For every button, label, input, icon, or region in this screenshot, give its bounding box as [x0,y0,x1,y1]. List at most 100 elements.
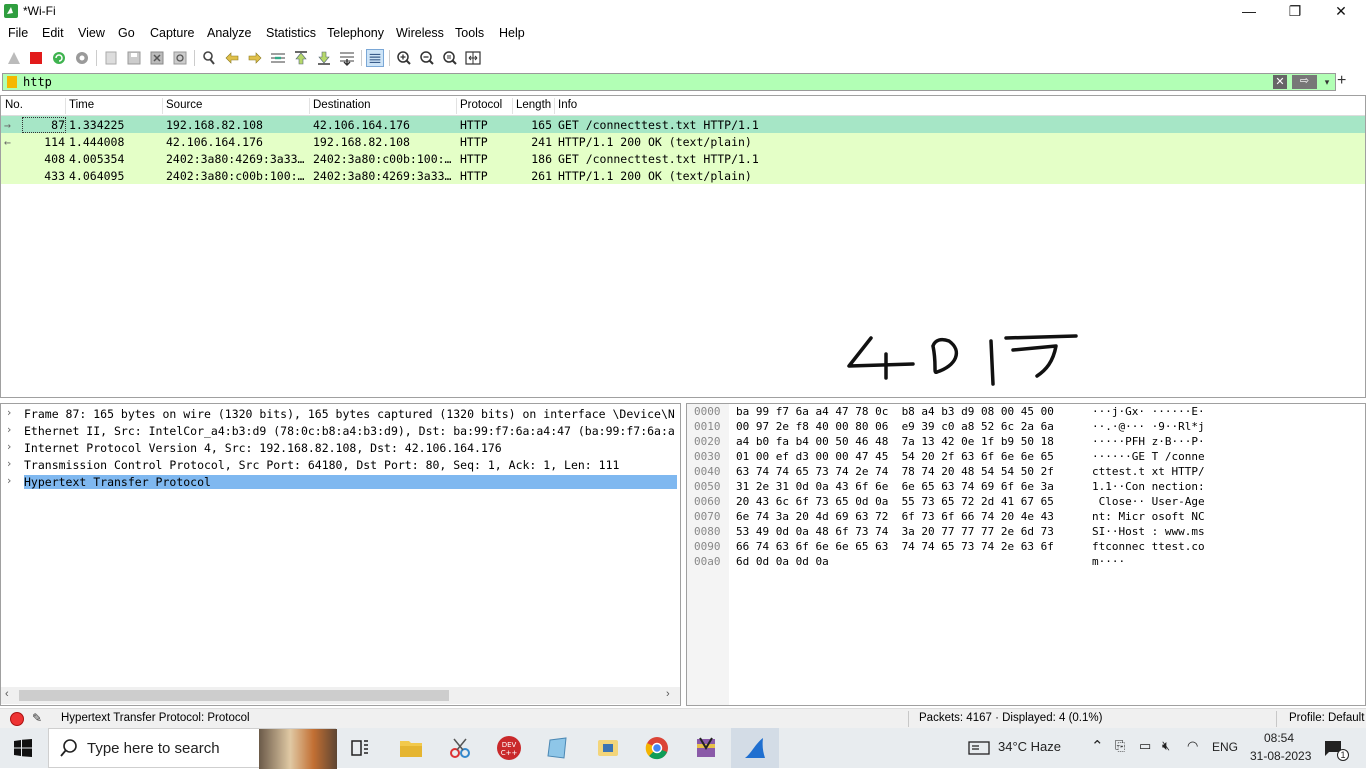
byte-ascii[interactable]: Close·· User-Age [1092,495,1205,508]
packet-row[interactable]: → 87 1.334225 192.168.82.108 42.106.164.… [1,116,1365,133]
column-time[interactable]: Time [69,99,94,111]
display-filter-input[interactable]: http [23,75,52,89]
menu-capture[interactable]: Capture [150,26,194,40]
winrar-icon[interactable] [692,734,720,762]
expand-arrow-icon[interactable]: › [7,406,11,419]
menu-view[interactable]: View [78,26,105,40]
resize-columns-icon[interactable] [464,49,482,67]
column-protocol[interactable]: Protocol [460,99,502,111]
start-capture-icon[interactable] [5,49,23,67]
snipping-tool-icon[interactable] [446,734,474,762]
go-back-icon[interactable] [223,49,241,67]
byte-hex[interactable]: ba 99 f7 6a a4 47 78 0c b8 a4 b3 d9 08 0… [736,405,1054,418]
byte-ascii[interactable]: ······GE T /conne [1092,450,1205,463]
maximize-button[interactable]: ❐ [1272,0,1318,23]
menu-telephony[interactable]: Telephony [327,26,384,40]
zoom-out-icon[interactable] [418,49,436,67]
byte-hex[interactable]: 01 00 ef d3 00 00 47 45 54 20 2f 63 6f 6… [736,450,1054,463]
python-icon[interactable] [594,734,622,762]
byte-ascii[interactable]: ftconnec ttest.co [1092,540,1205,553]
detail-tree-item[interactable]: › Internet Protocol Version 4, Src: 192.1… [1,439,680,456]
byte-ascii[interactable]: ·····PFH z·B···P· [1092,435,1205,448]
colorize-icon[interactable] [366,49,384,67]
dev-cpp-icon[interactable]: DEVC++ [495,734,523,762]
byte-ascii[interactable]: 1.1··Con nection: [1092,480,1205,493]
taskbar-search[interactable]: Type here to search [48,728,337,769]
scroll-left-icon[interactable]: ‹ [5,688,9,700]
byte-hex[interactable]: 6e 74 3a 20 4d 69 63 72 6f 73 6f 66 74 2… [736,510,1054,523]
column-no[interactable]: No. [5,99,23,111]
file-explorer-icon[interactable] [397,734,425,762]
go-last-packet-icon[interactable] [315,49,333,67]
reload-file-icon[interactable] [171,49,189,67]
byte-hex[interactable]: 6d 0d 0a 0d 0a [736,555,829,568]
save-file-icon[interactable] [125,49,143,67]
byte-ascii[interactable]: SI··Host : www.ms [1092,525,1205,538]
menu-wireless[interactable]: Wireless [396,26,444,40]
restart-capture-icon[interactable] [50,49,68,67]
byte-hex[interactable]: 31 2e 31 0d 0a 43 6f 6e 6e 65 63 74 69 6… [736,480,1054,493]
menu-help[interactable]: Help [499,26,525,40]
show-hidden-icons-icon[interactable]: ⌃ [1091,737,1104,755]
status-profile[interactable]: Profile: Default [1289,712,1364,724]
byte-hex[interactable]: 63 74 74 65 73 74 2e 74 78 74 20 48 54 5… [736,465,1054,478]
packet-row[interactable]: 433 4.064095 2402:3a80:c00b:100:… 2402:3… [1,167,1365,184]
clear-filter-button[interactable]: ✕ [1273,75,1287,89]
expand-arrow-icon[interactable]: › [7,423,11,436]
byte-ascii[interactable]: m···· [1092,555,1125,568]
byte-ascii[interactable]: ··.·@··· ·9··Rl*j [1092,420,1205,433]
byte-ascii[interactable]: cttest.t xt HTTP/ [1092,465,1205,478]
detail-tree-item-selected[interactable]: › Hypertext Transfer Protocol [1,473,680,490]
menu-go[interactable]: Go [118,26,135,40]
byte-hex[interactable]: 20 43 6c 6f 73 65 0d 0a 55 73 65 72 2d 4… [736,495,1054,508]
close-file-icon[interactable] [148,49,166,67]
task-view-icon[interactable] [346,734,374,762]
column-info[interactable]: Info [558,99,577,111]
apply-filter-button[interactable]: ⇨ [1292,75,1317,89]
menu-edit[interactable]: Edit [42,26,64,40]
autoscroll-icon[interactable] [338,49,356,67]
go-to-packet-icon[interactable] [269,49,287,67]
battery-icon[interactable]: ▭ [1139,738,1151,754]
expand-arrow-icon[interactable]: › [7,457,11,470]
menu-analyze[interactable]: Analyze [207,26,251,40]
expand-arrow-icon[interactable]: › [7,440,11,453]
open-file-icon[interactable] [102,49,120,67]
column-source[interactable]: Source [166,99,202,111]
network-icon[interactable]: ◠ [1187,738,1198,754]
byte-ascii[interactable]: nt: Micr osoft NC [1092,510,1205,523]
weather-text[interactable]: 34°C Haze [998,739,1061,754]
close-button[interactable]: ✕ [1318,0,1364,23]
menu-file[interactable]: File [8,26,28,40]
go-forward-icon[interactable] [246,49,264,67]
packet-row[interactable]: 408 4.005354 2402:3a80:4269:3a33… 2402:3… [1,150,1365,167]
byte-hex[interactable]: 53 49 0d 0a 48 6f 73 74 3a 20 77 77 77 2… [736,525,1054,538]
meet-now-icon[interactable]: ⎘ [1115,738,1125,754]
go-first-packet-icon[interactable] [292,49,310,67]
language-indicator[interactable]: ENG [1212,740,1238,754]
minimize-button[interactable]: — [1226,0,1272,23]
find-packet-icon[interactable] [200,49,218,67]
horizontal-scrollbar[interactable]: ‹ › [1,687,680,704]
byte-hex[interactable]: 00 97 2e f8 40 00 80 06 e9 39 c0 a8 52 6… [736,420,1054,433]
windows-start-icon[interactable] [14,739,32,757]
detail-tree-item[interactable]: › Transmission Control Protocol, Src Port… [1,456,680,473]
scrollbar-thumb[interactable] [19,690,449,701]
expert-info-icon[interactable] [10,712,24,726]
packet-row[interactable]: ← 114 1.444008 42.106.164.176 192.168.82… [1,133,1365,150]
add-filter-button[interactable]: + [1337,72,1346,90]
byte-hex[interactable]: 66 74 63 6f 6e 6e 65 63 74 74 65 73 74 2… [736,540,1054,553]
zoom-normal-icon[interactable] [441,49,459,67]
clock-time[interactable]: 08:54 [1264,731,1294,745]
detail-tree-item[interactable]: › Ethernet II, Src: IntelCor_a4:b3:d9 (78… [1,422,680,439]
menu-tools[interactable]: Tools [455,26,484,40]
column-length[interactable]: Length [516,99,551,111]
filter-bookmark-icon[interactable] [7,76,17,88]
filter-history-dropdown[interactable]: ▾ [1321,74,1333,90]
volume-muted-icon[interactable]: 🔇︎ [1162,738,1170,754]
menu-statistics[interactable]: Statistics [266,26,316,40]
zoom-in-icon[interactable] [395,49,413,67]
column-destination[interactable]: Destination [313,99,371,111]
capture-comment-icon[interactable]: ✎ [32,711,42,725]
detail-tree-item[interactable]: › Frame 87: 165 bytes on wire (1320 bits)… [1,405,680,422]
